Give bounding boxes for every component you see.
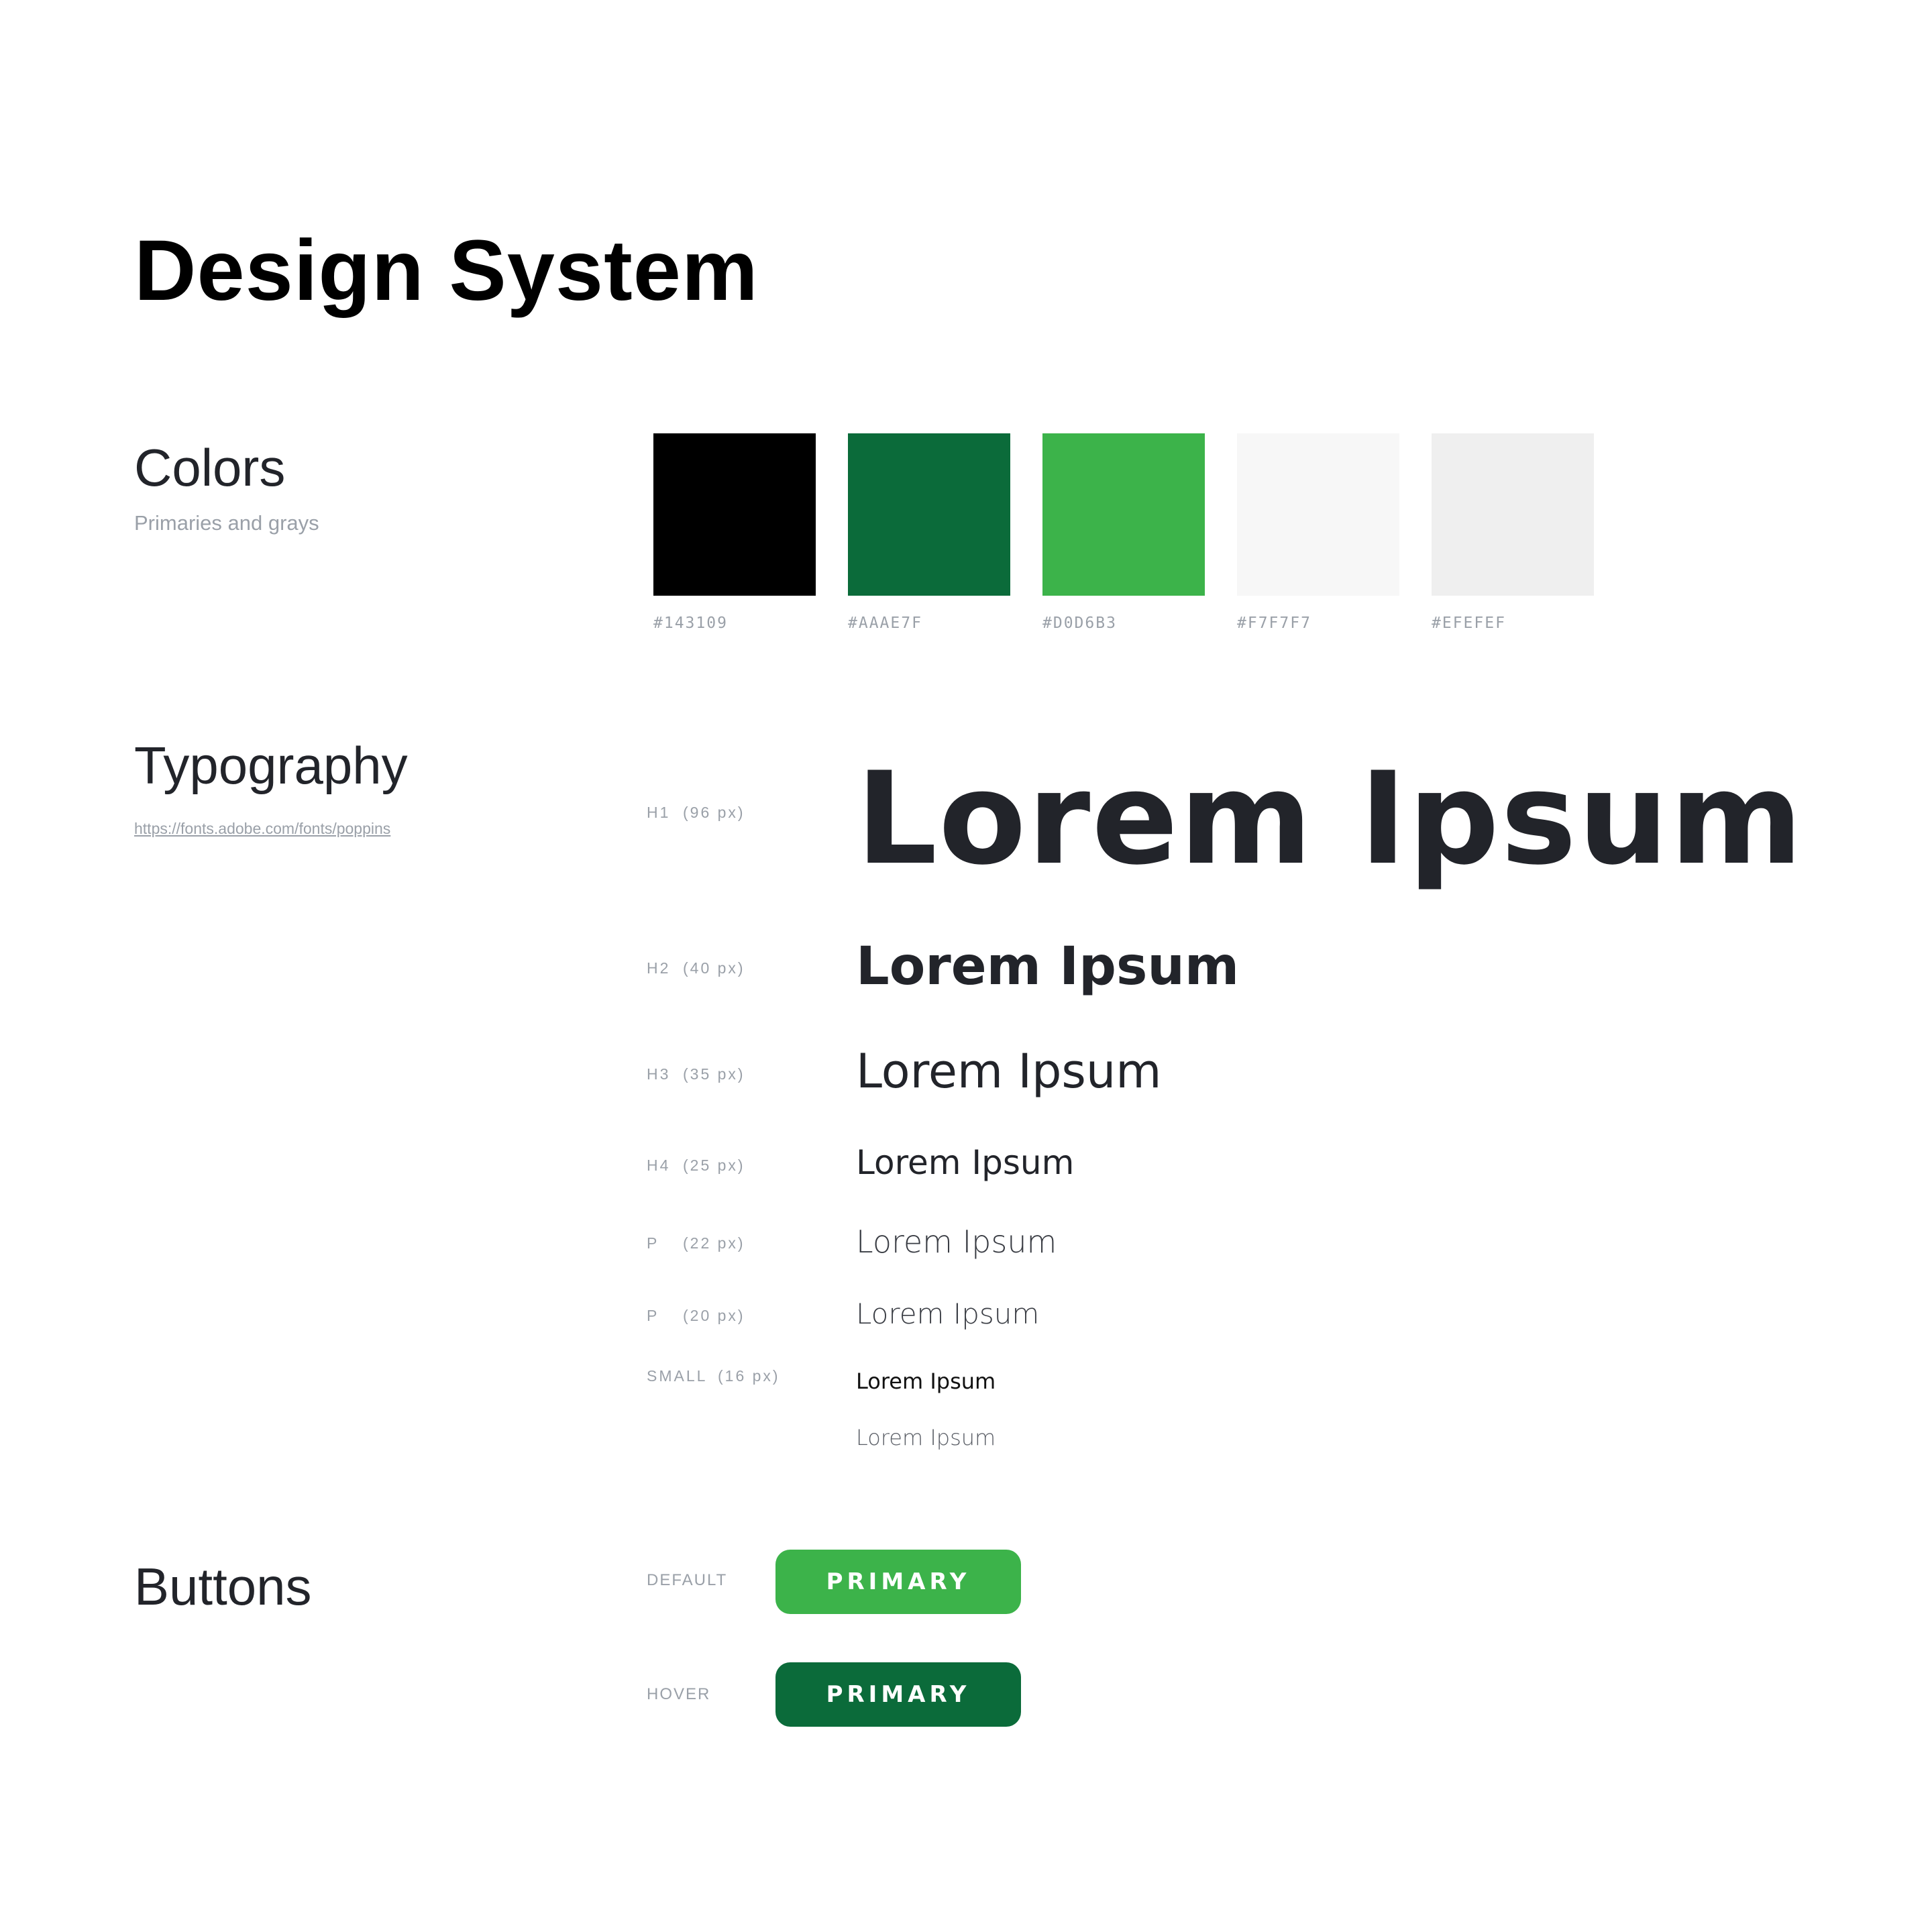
type-spec-label-p20: P (20 px) (647, 1307, 745, 1325)
type-spec-label-h2: H2 (40 px) (647, 959, 745, 977)
color-swatch: #AAAE7F (848, 433, 1010, 632)
type-spec-label-small: SMALL (16 px) (647, 1367, 780, 1385)
swatch-hex-code: #143109 (653, 614, 728, 632)
type-tag: SMALL (647, 1367, 708, 1385)
typography-heading: Typography (134, 736, 408, 795)
type-size: (96 px) (683, 804, 745, 821)
type-size: (25 px) (683, 1157, 745, 1174)
swatch-color-box (1432, 433, 1594, 596)
swatch-color-box (1237, 433, 1399, 596)
type-sample-p20: Lorem Ipsum (856, 1297, 1040, 1330)
type-sample-small: Lorem Ipsum (856, 1368, 996, 1394)
swatch-color-box (848, 433, 1010, 596)
color-swatch: #D0D6B3 (1042, 433, 1205, 632)
type-sample-h4: Lorem Ipsum (856, 1143, 1075, 1182)
type-size: (16 px) (718, 1367, 780, 1385)
swatch-hex-code: #F7F7F7 (1237, 614, 1311, 632)
color-swatch: #EFEFEF (1432, 433, 1594, 632)
type-tag: H4 (647, 1157, 671, 1174)
page-title: Design System (134, 223, 759, 319)
type-size: (40 px) (683, 959, 745, 977)
type-size: (20 px) (683, 1307, 745, 1324)
type-tag: P (647, 1234, 659, 1252)
font-source-link[interactable]: https://fonts.adobe.com/fonts/poppins (134, 820, 390, 838)
type-size: (22 px) (683, 1234, 745, 1252)
colors-heading: Colors (134, 438, 286, 497)
primary-button-default[interactable]: PRIMARY (775, 1550, 1021, 1614)
swatch-hex-code: #D0D6B3 (1042, 614, 1117, 632)
type-size: (35 px) (683, 1065, 745, 1083)
type-tag: H3 (647, 1065, 671, 1083)
swatch-color-box (1042, 433, 1205, 596)
type-sample-small-light: Lorem Ipsum (856, 1425, 996, 1450)
color-swatch: #F7F7F7 (1237, 433, 1399, 632)
type-sample-h1: Lorem Ipsum (856, 745, 1805, 893)
colors-subtitle: Primaries and grays (134, 511, 319, 535)
type-sample-h3: Lorem Ipsum (856, 1044, 1162, 1099)
type-tag: H2 (647, 959, 671, 977)
type-tag: H1 (647, 804, 671, 821)
type-spec-label-h1: H1 (96 px) (647, 804, 745, 822)
type-sample-h2: Lorem Ipsum (856, 936, 1240, 997)
primary-button-hover[interactable]: PRIMARY (775, 1662, 1021, 1727)
button-state-label-default: DEFAULT (647, 1571, 728, 1589)
type-spec-label-p22: P (22 px) (647, 1234, 745, 1252)
color-swatch: #143109 (653, 433, 816, 632)
button-state-label-hover: HOVER (647, 1685, 711, 1703)
swatch-hex-code: #AAAE7F (848, 614, 922, 632)
type-tag: P (647, 1307, 659, 1324)
buttons-heading: Buttons (134, 1557, 312, 1616)
type-sample-p22: Lorem Ipsum (856, 1224, 1057, 1260)
swatch-color-box (653, 433, 816, 596)
type-spec-label-h4: H4 (25 px) (647, 1157, 745, 1175)
type-spec-label-h3: H3 (35 px) (647, 1065, 745, 1083)
swatch-hex-code: #EFEFEF (1432, 614, 1506, 632)
color-swatch-row: #143109 #AAAE7F #D0D6B3 #F7F7F7 #EFEFEF (653, 433, 1594, 632)
